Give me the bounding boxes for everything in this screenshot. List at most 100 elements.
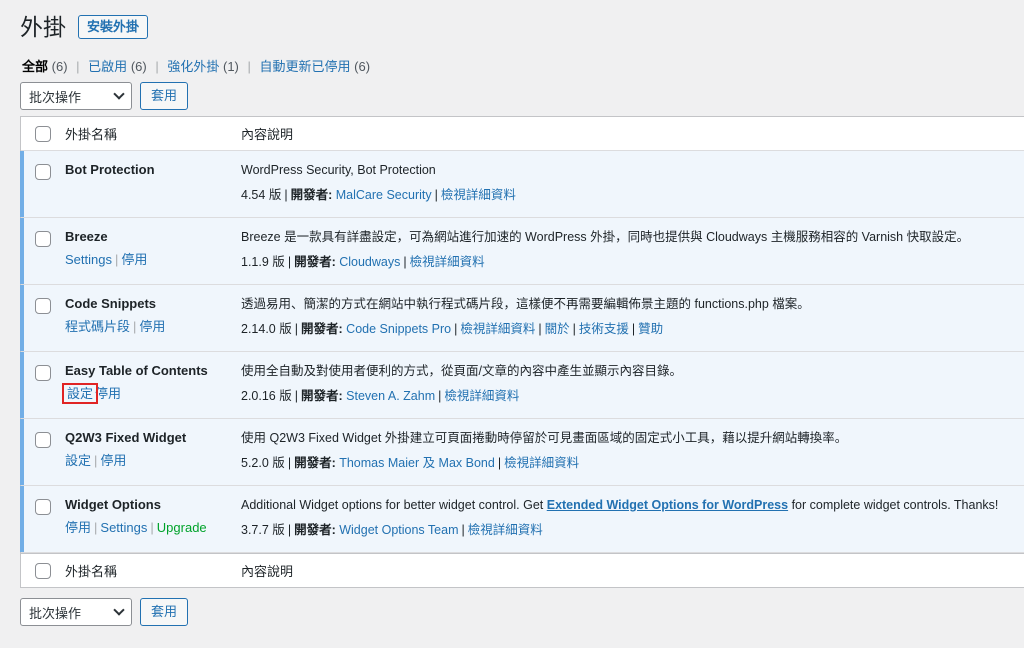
action-separator: | bbox=[94, 520, 98, 535]
plugin-meta: 2.0.16 版 | 開發者: Steven A. Zahm | 檢視詳細資料 bbox=[241, 388, 1016, 404]
view-details-link[interactable]: 檢視詳細資料 bbox=[441, 188, 516, 202]
row-actions: Settings | 停用 bbox=[65, 252, 241, 268]
meta-separator: | bbox=[454, 322, 458, 336]
meta-separator: | bbox=[287, 523, 292, 537]
deactivate-link[interactable]: 停用 bbox=[95, 386, 121, 401]
filter-all[interactable]: 全部 bbox=[22, 59, 48, 74]
meta-separator: | bbox=[434, 188, 438, 202]
row-checkbox[interactable] bbox=[35, 298, 51, 314]
extended-widget-options-link[interactable]: Extended Widget Options for WordPress bbox=[547, 498, 788, 512]
meta-separator: | bbox=[294, 389, 299, 403]
view-details-link[interactable]: 檢視詳細資料 bbox=[444, 389, 519, 403]
meta-separator: | bbox=[572, 322, 576, 336]
action-separator: | bbox=[94, 453, 98, 468]
active-indicator bbox=[20, 419, 24, 485]
filter-active[interactable]: 已啟用 bbox=[88, 59, 127, 74]
upgrade-link[interactable]: Upgrade bbox=[157, 520, 207, 535]
settings-link[interactable]: 設定 bbox=[65, 453, 91, 468]
deactivate-link[interactable]: 停用 bbox=[100, 453, 126, 468]
page-title: 外掛 bbox=[20, 14, 66, 40]
plugin-author-link[interactable]: Thomas Maier 及 Max Bond bbox=[339, 456, 495, 470]
about-link[interactable]: 關於 bbox=[545, 322, 570, 336]
plugin-version: 2.14.0 bbox=[241, 322, 276, 336]
settings-link[interactable]: Settings bbox=[100, 520, 147, 535]
meta-separator: | bbox=[287, 255, 292, 269]
plugin-author-link[interactable]: Cloudways bbox=[339, 255, 400, 269]
table-row: Easy Table of Contents 設定 停用 使用全自動及對使用者便利… bbox=[20, 352, 1024, 419]
plugin-name: Breeze bbox=[65, 229, 108, 244]
plugin-name: Easy Table of Contents bbox=[65, 363, 208, 378]
filter-separator: | bbox=[247, 59, 251, 74]
chevron-down-icon bbox=[113, 604, 125, 616]
plugin-name: Bot Protection bbox=[65, 162, 155, 177]
description-text: for complete widget controls. Thanks! bbox=[788, 498, 999, 512]
active-indicator bbox=[20, 486, 24, 552]
meta-separator: | bbox=[438, 389, 442, 403]
version-suffix: 版 bbox=[272, 255, 285, 269]
settings-link[interactable]: Settings bbox=[65, 252, 112, 267]
filter-count: (6) bbox=[130, 59, 147, 74]
plugin-author-link[interactable]: Widget Options Team bbox=[339, 523, 458, 537]
version-suffix: 版 bbox=[268, 188, 282, 202]
plugin-description: WordPress Security, Bot Protection bbox=[241, 163, 436, 177]
author-label: 開發者: bbox=[294, 255, 336, 269]
filter-separator: | bbox=[155, 59, 159, 74]
row-actions: 設定 停用 bbox=[61, 383, 241, 404]
deactivate-link[interactable]: 停用 bbox=[139, 319, 165, 334]
view-details-link[interactable]: 檢視詳細資料 bbox=[460, 322, 535, 336]
bulk-action-value: 批次操作 bbox=[29, 605, 82, 621]
support-link[interactable]: 技術支援 bbox=[579, 322, 629, 336]
author-label: 開發者: bbox=[290, 188, 333, 202]
author-label: 開發者: bbox=[294, 456, 336, 470]
meta-separator: | bbox=[287, 456, 292, 470]
row-checkbox[interactable] bbox=[35, 231, 51, 247]
table-footer: 外掛名稱 內容說明 bbox=[21, 553, 1024, 587]
page-header: 外掛 安裝外掛 bbox=[20, 12, 149, 42]
plugin-author-link[interactable]: MalCare Security bbox=[336, 188, 432, 202]
view-details-link[interactable]: 檢視詳細資料 bbox=[504, 456, 579, 470]
column-name-header: 外掛名稱 bbox=[65, 127, 118, 142]
plugin-meta: 4.54 版 | 開發者: MalCare Security | 檢視詳細資料 bbox=[241, 187, 1016, 203]
plugin-meta: 2.14.0 版 | 開發者: Code Snippets Pro | 檢視詳細資料 | 關… bbox=[241, 321, 1016, 337]
plugin-version: 2.0.16 bbox=[241, 389, 276, 403]
filter-count: (6) bbox=[51, 59, 68, 74]
view-details-link[interactable]: 檢視詳細資料 bbox=[410, 255, 485, 269]
settings-link[interactable]: 設定 bbox=[61, 383, 99, 404]
meta-separator: | bbox=[461, 523, 465, 537]
filter-autoupdate-disabled[interactable]: 自動更新已停用 bbox=[260, 59, 351, 74]
active-indicator bbox=[20, 218, 24, 284]
select-all-checkbox[interactable] bbox=[35, 125, 51, 142]
version-suffix: 版 bbox=[279, 389, 292, 403]
plugin-description: 使用 Q2W3 Fixed Widget 外掛建立可頁面捲動時停留於可見畫面區域… bbox=[241, 431, 848, 445]
row-checkbox[interactable] bbox=[35, 164, 51, 180]
bulk-action-select[interactable]: 批次操作 bbox=[20, 82, 132, 110]
version-suffix: 版 bbox=[272, 523, 285, 537]
filter-count: (1) bbox=[222, 59, 239, 74]
plugin-author-link[interactable]: Steven A. Zahm bbox=[346, 389, 435, 403]
column-desc-footer: 內容說明 bbox=[241, 564, 294, 579]
row-checkbox[interactable] bbox=[35, 499, 51, 515]
bulk-actions-top: 批次操作 套用 bbox=[20, 82, 189, 110]
plugin-meta: 1.1.9 版 | 開發者: Cloudways | 檢視詳細資料 bbox=[241, 254, 1016, 270]
deactivate-link[interactable]: 停用 bbox=[121, 252, 147, 267]
plugin-description: Breeze 是一款具有詳盡設定，可為網站進行加速的 WordPress 外掛，… bbox=[241, 230, 970, 244]
apply-button-bottom[interactable]: 套用 bbox=[140, 598, 189, 626]
select-all-checkbox-footer[interactable] bbox=[35, 562, 51, 579]
apply-button[interactable]: 套用 bbox=[140, 82, 189, 110]
deactivate-link[interactable]: 停用 bbox=[65, 520, 91, 535]
action-separator: | bbox=[150, 520, 154, 535]
add-new-plugin-button[interactable]: 安裝外掛 bbox=[78, 15, 149, 39]
meta-separator: | bbox=[284, 188, 288, 202]
row-checkbox[interactable] bbox=[35, 365, 51, 381]
snippets-link[interactable]: 程式碼片段 bbox=[65, 319, 130, 334]
filter-mustuse[interactable]: 強化外掛 bbox=[167, 59, 219, 74]
chevron-down-icon bbox=[113, 88, 125, 100]
row-checkbox[interactable] bbox=[35, 432, 51, 448]
bulk-action-select-bottom[interactable]: 批次操作 bbox=[20, 598, 132, 626]
filter-separator: | bbox=[76, 59, 80, 74]
description-text: Additional Widget options for better wid… bbox=[241, 498, 547, 512]
action-separator: | bbox=[114, 252, 119, 267]
plugin-author-link[interactable]: Code Snippets Pro bbox=[346, 322, 451, 336]
view-details-link[interactable]: 檢視詳細資料 bbox=[468, 523, 543, 537]
donate-link[interactable]: 贊助 bbox=[638, 322, 663, 336]
